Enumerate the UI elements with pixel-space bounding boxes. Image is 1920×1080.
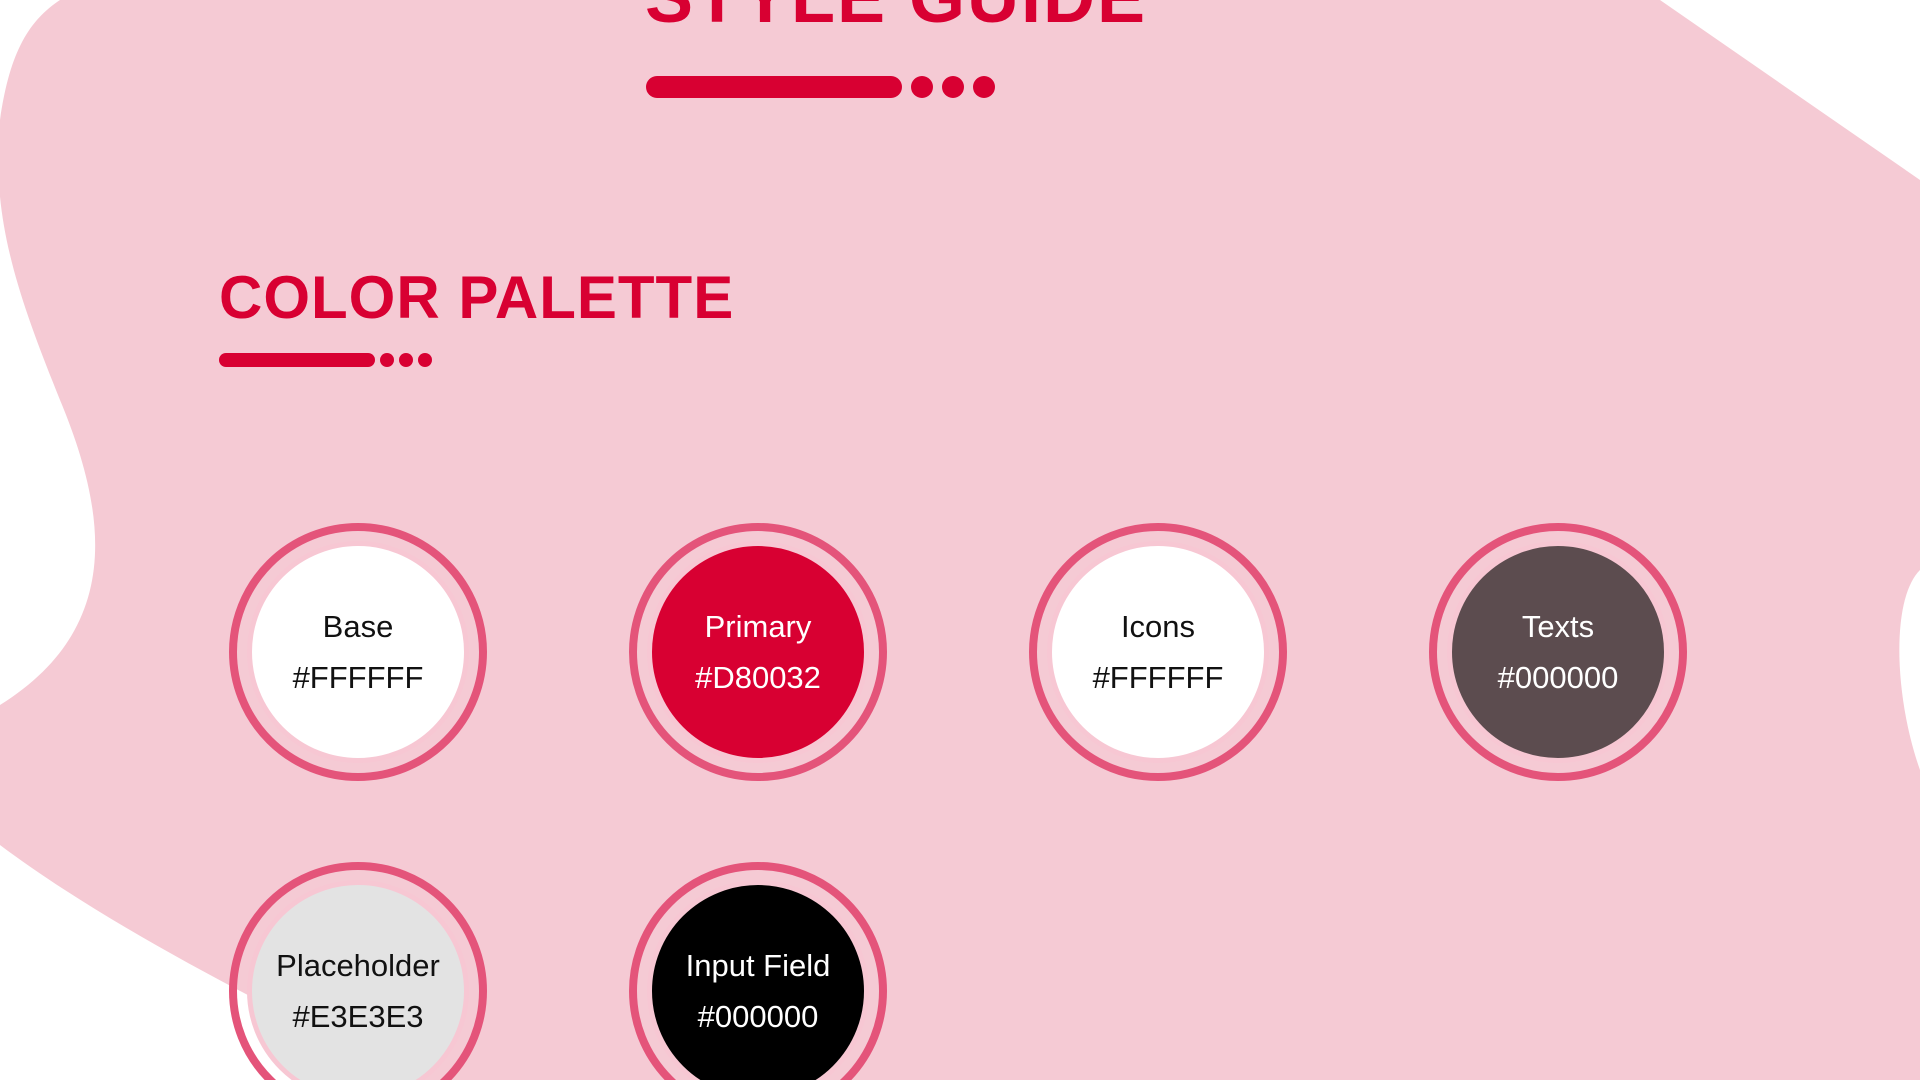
swatch-name: Texts [1521, 609, 1595, 644]
swatch-name: Icons [1120, 609, 1196, 644]
swatch-name: Primary [704, 609, 812, 644]
swatch-hex: #000000 [1497, 660, 1619, 695]
underline-dot [942, 76, 964, 98]
style-guide-canvas: STYLE GUIDE COLOR PALETTE Base #FFFFFF P… [0, 0, 1920, 1080]
section-title: COLOR PALETTE [219, 264, 735, 331]
swatch-name: Placeholder [276, 948, 440, 983]
underline-bar [219, 353, 375, 367]
underline-dot [973, 76, 995, 98]
section-underline-decoration [219, 353, 432, 367]
swatch-name: Base [322, 609, 394, 644]
swatch-fill: Base #FFFFFF [247, 541, 469, 763]
swatch-hex: #D80032 [695, 660, 821, 695]
swatch-name: Input Field [685, 948, 831, 983]
swatch-fill: Primary #D80032 [647, 541, 869, 763]
swatch-hex: #000000 [697, 999, 819, 1034]
swatch-fill: Icons #FFFFFF [1047, 541, 1269, 763]
color-swatch-base: Base #FFFFFF [229, 523, 487, 781]
color-swatch-texts: Texts #000000 [1429, 523, 1687, 781]
underline-bar [646, 76, 902, 98]
swatch-hex: #FFFFFF [1092, 660, 1224, 695]
underline-dot [418, 353, 432, 367]
underline-dot [911, 76, 933, 98]
underline-dot [399, 353, 413, 367]
swatch-fill: Texts #000000 [1447, 541, 1669, 763]
swatch-hex: #FFFFFF [292, 660, 424, 695]
swatch-fill: Placeholder #E3E3E3 [247, 880, 469, 1080]
page-title: STYLE GUIDE [645, 0, 1147, 34]
swatch-fill: Input Field #000000 [647, 880, 869, 1080]
swatch-hex: #E3E3E3 [292, 999, 424, 1034]
color-swatch-icons: Icons #FFFFFF [1029, 523, 1287, 781]
title-underline-decoration [646, 76, 995, 98]
color-swatch-primary: Primary #D80032 [629, 523, 887, 781]
underline-dot [380, 353, 394, 367]
